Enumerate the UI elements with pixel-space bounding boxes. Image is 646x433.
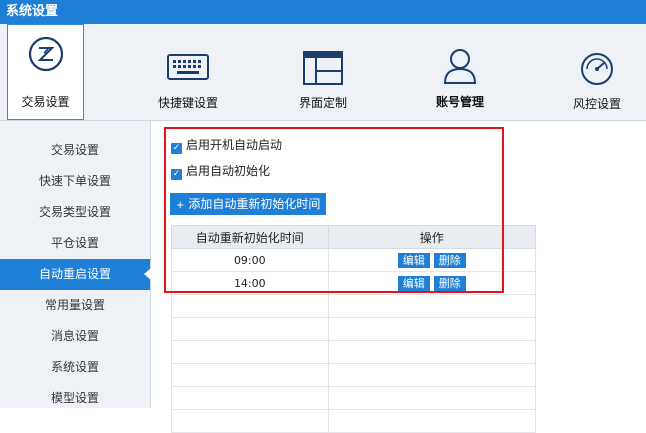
empty-row bbox=[171, 363, 537, 387]
top-toolbar: 交易设置 快捷键设置 界面定制 账号管理 风控设置 bbox=[0, 24, 646, 121]
time-cell: 14:00 bbox=[171, 271, 329, 295]
sidebar-item-auto-restart[interactable]: 自动重启设置 bbox=[0, 259, 151, 290]
checkmark-icon: ✓ bbox=[171, 169, 182, 180]
startup-checkbox-label: 启用开机自动启动 bbox=[186, 138, 283, 152]
sidebar-item-close-position[interactable]: 平仓设置 bbox=[0, 228, 150, 259]
edit-button[interactable]: 编辑 bbox=[397, 252, 430, 268]
table-header-row: 自动重新初始化时间 操作 bbox=[171, 225, 537, 249]
sidebar-item-trade-settings[interactable]: 交易设置 bbox=[0, 135, 150, 166]
column-header-time: 自动重新初始化时间 bbox=[171, 225, 329, 249]
sidebar-item-common-quantity[interactable]: 常用量设置 bbox=[0, 290, 150, 321]
actions-cell: 编辑 删除 bbox=[327, 248, 537, 272]
gauge-icon bbox=[580, 52, 614, 89]
empty-row bbox=[171, 317, 537, 341]
startup-checkbox[interactable]: ✓ 启用开机自动启动 bbox=[171, 137, 283, 154]
delete-button[interactable]: 删除 bbox=[433, 252, 466, 268]
empty-row bbox=[171, 294, 537, 318]
toolbar-ui-customize[interactable]: 界面定制 bbox=[273, 24, 373, 120]
toolbar-shortcut-settings[interactable]: 快捷键设置 bbox=[138, 24, 238, 120]
window-title: 系统设置 bbox=[0, 0, 646, 24]
toolbar-label: 交易设置 bbox=[21, 95, 70, 109]
toolbar-risk-settings[interactable]: 风控设置 bbox=[547, 24, 646, 120]
toolbar-account-management[interactable]: 账号管理 bbox=[410, 24, 510, 120]
trade-z-icon bbox=[27, 35, 65, 76]
add-button-label: 添加自动重新初始化时间 bbox=[188, 197, 321, 211]
layout-icon bbox=[303, 51, 343, 88]
reinit-time-table: 自动重新初始化时间 操作 09:00 编辑 删除 14:00 编辑 删除 bbox=[171, 225, 537, 433]
actions-cell: 编辑 删除 bbox=[327, 271, 537, 295]
sidebar-item-trade-type[interactable]: 交易类型设置 bbox=[0, 197, 150, 228]
sidebar-item-model[interactable]: 模型设置 bbox=[0, 383, 150, 414]
toolbar-trade-settings[interactable]: 交易设置 bbox=[7, 24, 84, 120]
empty-row bbox=[171, 386, 537, 410]
settings-sidebar: 交易设置 快速下单设置 交易类型设置 平仓设置 自动重启设置 常用量设置 消息设… bbox=[0, 121, 151, 408]
table-row: 09:00 编辑 删除 bbox=[171, 248, 537, 272]
sidebar-item-quick-order[interactable]: 快速下单设置 bbox=[0, 166, 150, 197]
toolbar-label: 风控设置 bbox=[572, 97, 621, 111]
toolbar-label: 账号管理 bbox=[435, 95, 484, 109]
delete-button[interactable]: 删除 bbox=[433, 275, 466, 291]
empty-row bbox=[171, 409, 537, 433]
time-cell: 09:00 bbox=[171, 248, 329, 272]
main-content: ✓ 启用开机自动启动 ✓ 启用自动初始化 + 添加自动重新初始化时间 自动重新初始化时… bbox=[151, 121, 646, 433]
column-header-actions: 操作 bbox=[327, 225, 537, 249]
edit-button[interactable]: 编辑 bbox=[397, 275, 430, 291]
keyboard-icon bbox=[167, 54, 209, 83]
auto-init-checkbox-label: 启用自动初始化 bbox=[186, 164, 271, 178]
checkmark-icon: ✓ bbox=[171, 143, 182, 154]
table-row: 14:00 编辑 删除 bbox=[171, 271, 537, 295]
plus-icon: + bbox=[176, 200, 185, 211]
toolbar-label: 快捷键设置 bbox=[157, 96, 218, 110]
toolbar-label: 界面定制 bbox=[298, 96, 347, 110]
sidebar-item-messages[interactable]: 消息设置 bbox=[0, 321, 150, 352]
add-reinit-time-button[interactable]: + 添加自动重新初始化时间 bbox=[170, 193, 327, 215]
sidebar-item-system[interactable]: 系统设置 bbox=[0, 352, 150, 383]
auto-init-checkbox[interactable]: ✓ 启用自动初始化 bbox=[171, 163, 271, 180]
user-icon bbox=[442, 48, 478, 87]
empty-row bbox=[171, 340, 537, 364]
